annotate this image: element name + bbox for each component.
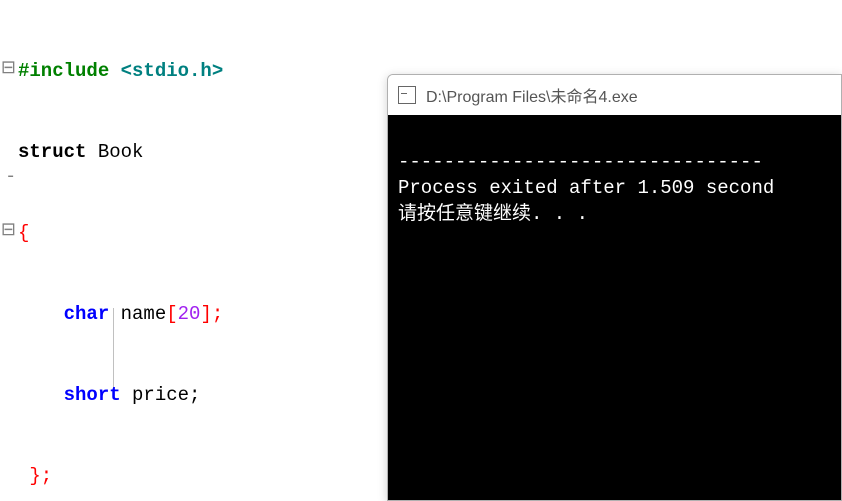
indent	[18, 384, 64, 406]
terminal-window[interactable]: D:\Program Files\未命名4.exe --------------…	[387, 74, 842, 501]
terminal-line: Process exited after 1.509 second	[398, 177, 774, 199]
token-ident: name	[109, 303, 166, 325]
terminal-line: 请按任意键继续. . .	[398, 203, 588, 225]
token-header: <stdio.h>	[109, 60, 223, 82]
token-ident: price;	[121, 384, 201, 406]
terminal-line: --------------------------------	[398, 151, 763, 173]
fold-handle[interactable]: ⊟	[0, 60, 16, 78]
token-type: char	[64, 303, 110, 325]
token-bracket: [	[166, 303, 177, 325]
fold-handle[interactable]: -	[0, 168, 16, 186]
indent	[18, 303, 64, 325]
token-brace: };	[29, 465, 52, 487]
screenshot-root: ⊟ - ⊟ #include <stdio.h> struct Book { c…	[0, 0, 842, 501]
token-type: short	[64, 384, 121, 406]
token-preproc: #include	[18, 60, 109, 82]
token-ident: Book	[86, 141, 143, 163]
fold-handle[interactable]: ⊟	[0, 222, 16, 240]
terminal-title: D:\Program Files\未命名4.exe	[426, 83, 638, 107]
editor-gutter: ⊟ - ⊟	[0, 0, 16, 501]
terminal-icon	[398, 86, 416, 104]
token-bracket: ];	[200, 303, 223, 325]
token-brace: {	[18, 222, 29, 244]
token-keyword: struct	[18, 141, 86, 163]
terminal-body[interactable]: -------------------------------- Process…	[388, 115, 841, 500]
terminal-titlebar[interactable]: D:\Program Files\未命名4.exe	[388, 75, 841, 115]
token-number: 20	[178, 303, 201, 325]
